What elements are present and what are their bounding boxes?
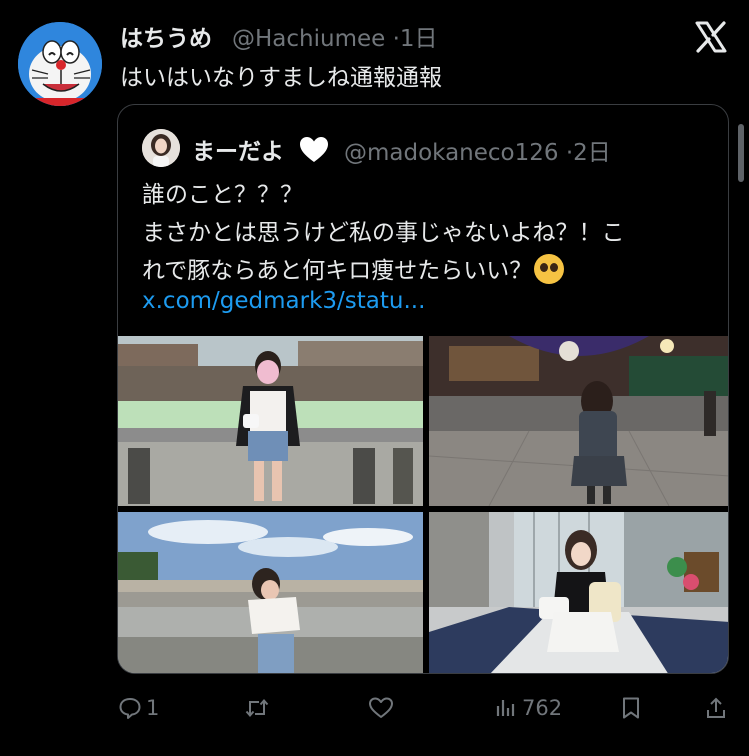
- views-button[interactable]: 762: [494, 688, 562, 728]
- photo-2-image: [429, 336, 728, 506]
- photo-1-image: [118, 336, 423, 506]
- quoted-line-2: まさかとは思うけど私の事じゃないよね？！こ: [142, 220, 625, 246]
- tweet-action-bar: 1 762: [0, 688, 749, 728]
- photo-3[interactable]: [118, 512, 423, 673]
- photo-3-image: [118, 512, 423, 673]
- quoted-line-3: れで豚ならあと何キロ痩せたらいい？: [142, 258, 533, 284]
- retweet-button[interactable]: [244, 688, 274, 728]
- photo-4-image: [429, 512, 728, 673]
- quoted-tweet-card[interactable]: まーだよ @madokaneco126 ·2日 誰のこと？？？ まさかとは思うけ…: [117, 104, 729, 674]
- media-grid: [118, 336, 728, 673]
- photo-1[interactable]: [118, 336, 423, 506]
- like-button[interactable]: [368, 688, 398, 728]
- quoted-tweet-time: 2日: [573, 140, 611, 166]
- share-button[interactable]: [705, 688, 727, 728]
- author-handle-line[interactable]: @Hachiumee ·1日: [232, 19, 438, 53]
- tweet-text: はいはいなりすましね通報通報: [120, 65, 442, 91]
- quoted-author-handle: @madokaneco126: [344, 140, 559, 166]
- views-count: 762: [522, 696, 563, 720]
- author-display-name[interactable]: はちうめ: [120, 19, 212, 53]
- white-heart-icon: [299, 136, 329, 163]
- tweet-time: 1日: [399, 26, 438, 52]
- photo-2[interactable]: [429, 336, 728, 506]
- portrait-avatar-icon: [142, 129, 180, 167]
- pleading-face-icon: [534, 254, 565, 284]
- scrollbar-thumb[interactable]: [738, 124, 744, 182]
- author-handle: @Hachiumee: [232, 26, 386, 52]
- retweet-icon: [245, 698, 269, 718]
- share-icon: [707, 697, 725, 718]
- separator-dot: ·: [392, 26, 400, 52]
- quoted-author-name[interactable]: まーだよ: [192, 132, 284, 166]
- doraemon-avatar-icon: [18, 22, 102, 106]
- quoted-tweet-text: 誰のこと？？？ まさかとは思うけど私の事じゃないよね？！こ れで豚ならあと何キロ…: [142, 176, 714, 290]
- x-logo-icon[interactable]: [694, 20, 728, 54]
- author-avatar[interactable]: [18, 22, 102, 106]
- views-chart-icon: [496, 700, 515, 716]
- reply-icon: [119, 698, 141, 719]
- photo-4[interactable]: [429, 512, 728, 673]
- reply-count: 1: [146, 696, 160, 720]
- reply-button[interactable]: 1: [118, 688, 159, 728]
- bookmark-icon: [623, 697, 639, 719]
- quoted-line-1: 誰のこと？？？: [142, 182, 303, 208]
- bookmark-button[interactable]: [620, 688, 642, 728]
- heart-icon: [369, 697, 393, 718]
- quoted-line-3-wrap: れで豚ならあと何キロ痩せたらいい？: [142, 252, 714, 290]
- quoted-tweet-link[interactable]: x.com/gedmark3/statu...: [142, 288, 425, 314]
- quoted-author-handle-line[interactable]: @madokaneco126 ·2日: [344, 133, 611, 167]
- quoted-author-avatar[interactable]: [142, 129, 180, 167]
